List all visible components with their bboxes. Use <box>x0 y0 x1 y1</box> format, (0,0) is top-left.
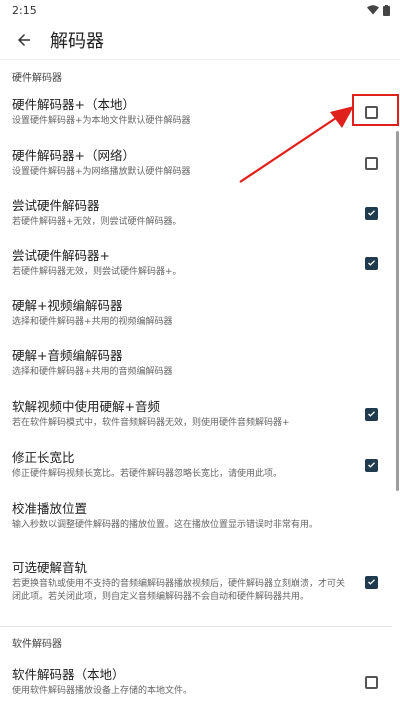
section-header-hardware: 硬件解码器 <box>12 73 62 84</box>
check-icon <box>368 462 375 468</box>
pref-optional-hw-audio-track[interactable]: 可选硬解音轨 若更换音轨或使用不支持的音频编解码器播放视频后，硬件解码器立刻崩溃… <box>0 542 392 622</box>
check-icon <box>368 210 375 216</box>
pref-summary: 修正硬件解码视频长宽比。若硬件解码器忽略长宽比，请使用此项。 <box>12 468 283 479</box>
pref-title: 软解视频中使用硬解+音频 <box>12 398 160 414</box>
pref-summary: 若硬件解码器+无效，则尝试硬件解码器。 <box>12 216 182 227</box>
check-icon <box>368 411 375 417</box>
status-bar: 2:15 <box>0 0 400 20</box>
checkbox[interactable] <box>365 675 378 689</box>
pref-title: 软件解码器（本地） <box>12 666 125 682</box>
scrollbar-thumb[interactable] <box>396 131 399 491</box>
pref-summary: 输入秒数以调整硬件解码器的播放位置。这在播放位置显示错误时非常有用。 <box>12 519 319 530</box>
check-icon <box>368 260 375 266</box>
pref-title: 修正长宽比 <box>12 449 75 465</box>
checkbox[interactable] <box>365 458 378 472</box>
battery-icon <box>383 4 390 16</box>
wifi-icon <box>367 5 379 15</box>
annotation-arrow-icon <box>239 106 354 183</box>
pref-try-hw-plus[interactable]: 尝试硬件解码器+ 若硬件解码器无效，则尝试硬件解码器+。 <box>0 238 392 288</box>
back-button[interactable] <box>12 28 36 52</box>
pref-title: 硬解+音频编解码器 <box>12 347 123 363</box>
pref-calibrate-position[interactable]: 校准播放位置 输入秒数以调整硬件解码器的播放位置。这在播放位置显示错误时非常有用… <box>0 490 392 542</box>
checkbox[interactable] <box>365 256 378 270</box>
checkbox[interactable] <box>365 407 378 421</box>
pref-hw-plus-audio-codec[interactable]: 硬解+音频编解码器 选择和硬件解码器+共用的音频编解码器 <box>0 338 392 388</box>
pref-fix-aspect-ratio[interactable]: 修正长宽比 修正硬件解码视频长宽比。若硬件解码器忽略长宽比，请使用此项。 <box>0 440 392 490</box>
scrollbar[interactable] <box>392 61 400 711</box>
pref-title: 可选硬解音轨 <box>12 560 88 575</box>
pref-title: 校准播放位置 <box>12 500 88 516</box>
arrow-back-icon <box>18 33 30 46</box>
status-icons <box>367 4 390 16</box>
app-bar: 解码器 <box>0 20 400 60</box>
pref-summary: 若在软件解码模式中，软件音频解码器无效，则使用硬件音频解码器+ <box>12 417 290 428</box>
pref-title: 硬解+视频编解码器 <box>12 297 123 313</box>
pref-sw-video-hw-audio[interactable]: 软解视频中使用硬解+音频 若在软件解码模式中，软件音频解码器无效，则使用硬件音频… <box>0 388 392 440</box>
pref-hw-plus-video-codec[interactable]: 硬解+视频编解码器 选择和硬件解码器+共用的视频编解码器 <box>0 288 392 338</box>
pref-sw-local[interactable]: 软件解码器（本地） 使用软件解码器播放设备上存储的本地文件。 <box>0 653 392 711</box>
pref-summary: 若更换音轨或使用不支持的音频编解码器播放视频后，硬件解码器立刻崩溃，才可关闭此项… <box>12 579 346 602</box>
pref-summary: 使用软件解码器播放设备上存储的本地文件。 <box>12 685 193 696</box>
pref-title: 尝试硬件解码器+ <box>12 247 110 263</box>
checkbox[interactable] <box>365 575 378 589</box>
pref-try-hw[interactable]: 尝试硬件解码器 若硬件解码器+无效，则尝试硬件解码器。 <box>0 188 392 238</box>
checkbox[interactable] <box>365 156 378 170</box>
section-header-software: 软件解码器 <box>12 639 62 650</box>
pref-summary: 若硬件解码器无效，则尝试硬件解码器+。 <box>12 266 182 277</box>
check-icon <box>368 579 375 585</box>
pref-summary: 选择和硬件解码器+共用的音频编解码器 <box>12 366 173 377</box>
checkbox[interactable] <box>365 206 378 220</box>
page-title: 解码器 <box>50 30 104 52</box>
pref-summary: 选择和硬件解码器+共用的视频编解码器 <box>12 316 173 327</box>
status-time: 2:15 <box>12 3 37 17</box>
pref-title: 尝试硬件解码器 <box>12 197 100 213</box>
